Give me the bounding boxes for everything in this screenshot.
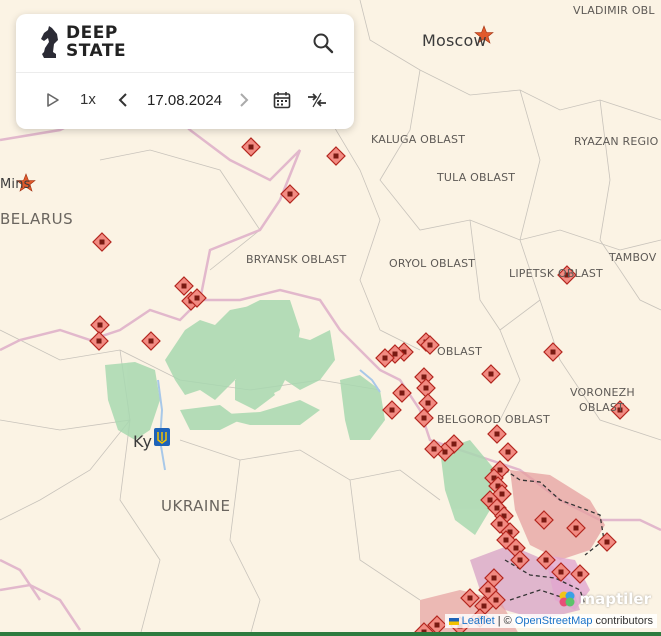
- knight-icon: [41, 26, 58, 58]
- chevron-right-icon: [240, 93, 249, 107]
- calendar-button[interactable]: [273, 91, 291, 114]
- label-ukraine: UKRAINE: [161, 497, 231, 515]
- control-panel: DEEP STATE 1x 17.08.2024: [16, 14, 354, 129]
- bottom-strip: [0, 632, 661, 636]
- attribution-separator: | ©: [494, 615, 515, 627]
- speed-button[interactable]: 1x: [80, 91, 96, 108]
- label-voronezh-1: VORONEZH: [570, 386, 635, 399]
- kyiv-emblem: [154, 428, 170, 446]
- label-voronezh-2: OBLAST: [579, 401, 625, 414]
- timeline-controls: 1x 17.08.2024: [16, 72, 354, 129]
- compare-arrows-icon: [308, 92, 326, 108]
- maptiler-icon: [559, 591, 575, 607]
- chevron-left-icon: [118, 93, 127, 107]
- ukraine-flag-icon: [448, 617, 459, 625]
- maptiler-text: maptiler: [579, 590, 651, 608]
- label-tambov: TAMBOV: [609, 251, 657, 264]
- label-lipetsk: LIPETSK OBLAST: [509, 267, 603, 280]
- logo-line-2: STATE: [66, 41, 127, 61]
- deepstate-logo[interactable]: DEEP STATE: [38, 24, 126, 60]
- prev-date-button[interactable]: [118, 93, 128, 112]
- label-moscow: Moscow: [422, 31, 487, 50]
- play-icon: [47, 93, 59, 107]
- label-belarus: BELARUS: [0, 210, 74, 228]
- label-belgorod: BELGOROD OBLAST: [437, 413, 550, 426]
- label-kyiv: Ky: [133, 432, 153, 451]
- label-ryazan: RYAZAN REGIO: [574, 135, 659, 148]
- maptiler-logo[interactable]: maptiler: [558, 590, 651, 608]
- compare-button[interactable]: [306, 91, 328, 114]
- logo-line-1: DEEP: [66, 23, 118, 43]
- logo-text: DEEP STATE: [66, 24, 126, 60]
- label-kursk: OBLAST: [437, 345, 483, 358]
- calendar-icon: [273, 92, 291, 109]
- search-icon: [313, 33, 334, 54]
- label-bryansk: BRYANSK OBLAST: [246, 253, 347, 266]
- play-button[interactable]: [46, 92, 60, 113]
- label-vladimir: VLADIMIR OBL: [573, 4, 655, 17]
- panel-header: DEEP STATE: [16, 14, 354, 73]
- label-oryol: ORYOL OBLAST: [389, 257, 476, 270]
- label-minsk: Mins: [0, 177, 31, 192]
- osm-link[interactable]: OpenStreetMap: [515, 615, 593, 627]
- current-date[interactable]: 17.08.2024: [147, 92, 222, 109]
- search-button[interactable]: [312, 32, 334, 54]
- label-tula: TULA OBLAST: [437, 171, 516, 184]
- label-kaluga: KALUGA OBLAST: [371, 133, 466, 146]
- leaflet-link[interactable]: Leaflet: [462, 615, 495, 627]
- attribution: Leaflet | © OpenStreetMap contributors: [444, 614, 657, 628]
- attribution-contributors: contributors: [592, 615, 653, 627]
- next-date-button[interactable]: [239, 93, 249, 112]
